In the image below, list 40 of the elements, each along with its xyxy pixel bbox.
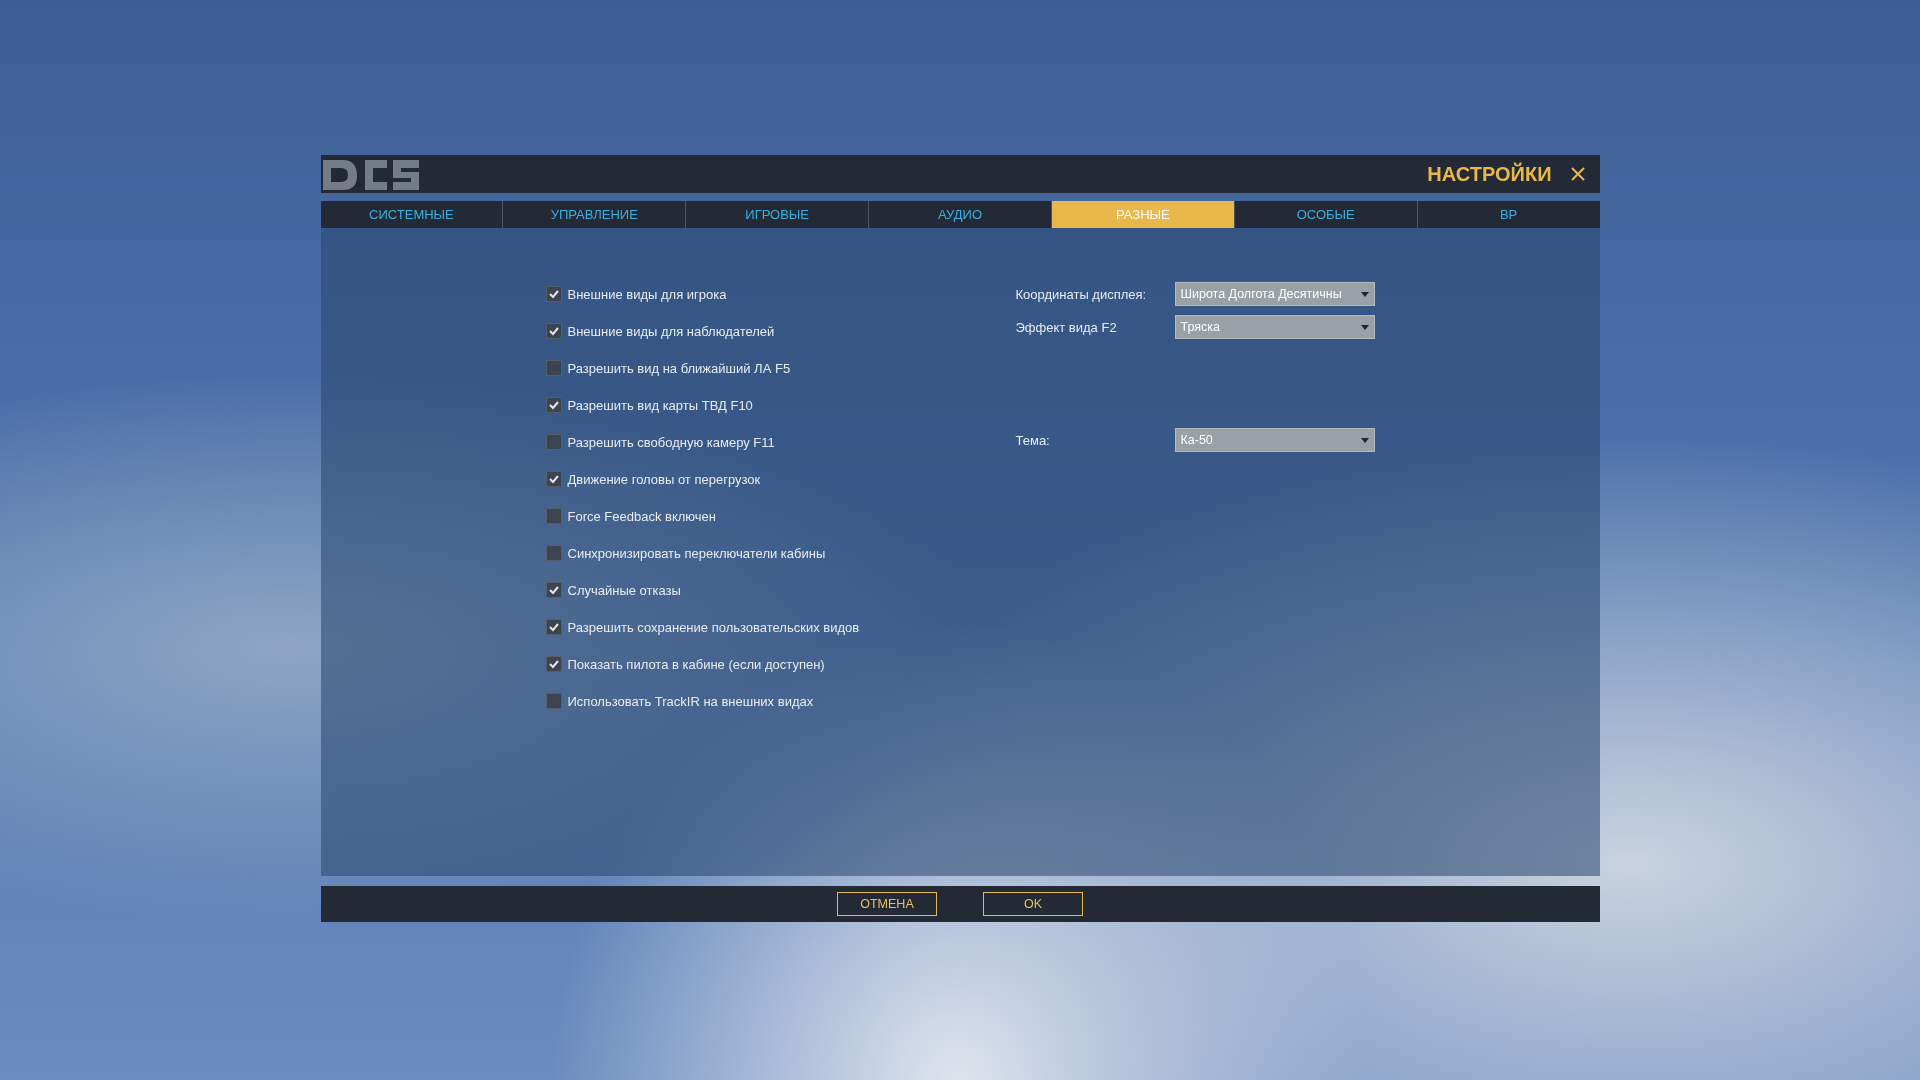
- checkbox[interactable]: [545, 471, 562, 487]
- option-label: Использовать TrackIR на внешних видах: [567, 693, 814, 709]
- option-label: Случайные отказы: [567, 582, 681, 598]
- field-label: Координаты дисплея:: [1015, 286, 1148, 302]
- option-label: Разрешить свободную камеру F11: [567, 434, 775, 450]
- checkbox[interactable]: [545, 545, 562, 561]
- checkbox[interactable]: [545, 619, 562, 635]
- checkbox[interactable]: [545, 323, 562, 339]
- checkbox[interactable]: [545, 582, 562, 598]
- option-label: Force Feedback включен: [567, 508, 717, 524]
- checkbox[interactable]: [545, 360, 562, 376]
- option-label: Внешние виды для наблюдателей: [567, 323, 775, 339]
- tab[interactable]: АУДИО: [869, 201, 1052, 228]
- checkbox[interactable]: [545, 693, 562, 709]
- caret-icon: [1360, 437, 1369, 443]
- tab[interactable]: СИСТЕМНЫЕ: [320, 201, 504, 228]
- option-label: Внешние виды для игрока: [567, 286, 727, 302]
- checkbox[interactable]: [545, 656, 562, 672]
- tab[interactable]: ВР: [1417, 201, 1600, 228]
- caret-icon: [1360, 324, 1369, 330]
- checkbox[interactable]: [545, 434, 562, 450]
- caret-icon: [1360, 291, 1369, 297]
- option-label: Показать пилота в кабине (если доступен): [567, 656, 825, 672]
- tab[interactable]: УПРАВЛЕНИЕ: [503, 201, 687, 228]
- option-label: Движение головы от перегрузок: [567, 471, 761, 487]
- option-label: Разрешить вид карты ТВД F10: [567, 397, 753, 413]
- option-label: Синхронизировать переключатели кабины: [567, 545, 826, 561]
- dialog-button[interactable]: OK: [983, 892, 1083, 916]
- window-title: НАСТРОЙКИ: [1427, 162, 1552, 186]
- tab[interactable]: ОСОБЫЕ: [1234, 201, 1418, 228]
- dialog-button[interactable]: ОТМЕНА: [837, 892, 937, 916]
- field-label: Эффект вида F2: [1015, 319, 1118, 335]
- checkbox[interactable]: [545, 508, 562, 524]
- option-label: Разрешить сохранение пользовательских видов: [567, 619, 860, 635]
- tab[interactable]: ИГРОВЫЕ: [686, 201, 870, 228]
- field-label: Тема:: [1015, 432, 1051, 448]
- option-label: Разрешить вид на ближайший ЛА F5: [567, 360, 791, 376]
- close-icon[interactable]: [1569, 166, 1586, 182]
- checkbox[interactable]: [545, 286, 562, 302]
- checkbox[interactable]: [545, 397, 562, 413]
